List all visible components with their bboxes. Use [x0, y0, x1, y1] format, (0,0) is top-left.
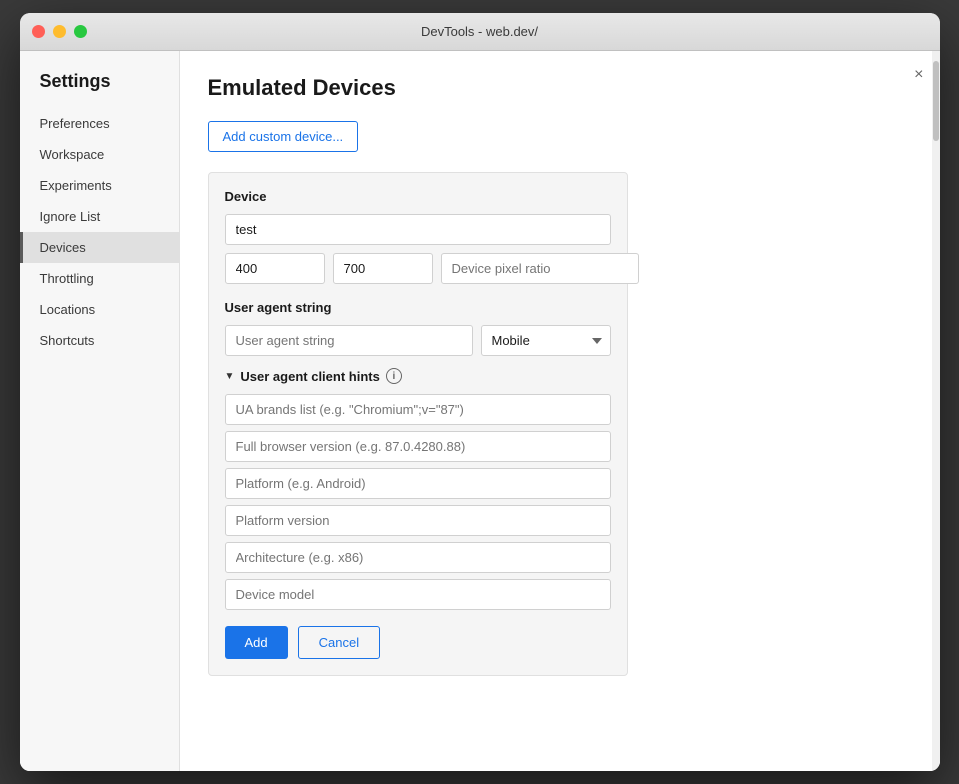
platform-input[interactable] [225, 468, 611, 499]
maximize-window-button[interactable] [74, 25, 87, 38]
sidebar-item-throttling[interactable]: Throttling [20, 263, 179, 294]
device-section-title: Device [225, 189, 611, 204]
window-title: DevTools - web.dev/ [421, 24, 538, 39]
sidebar-item-devices[interactable]: Devices [20, 232, 179, 263]
width-input[interactable] [225, 253, 325, 284]
hints-header[interactable]: ▼ User agent client hints i [225, 368, 611, 384]
close-window-button[interactable] [32, 25, 45, 38]
sidebar-item-shortcuts[interactable]: Shortcuts [20, 325, 179, 356]
platform-version-input[interactable] [225, 505, 611, 536]
ua-brands-input[interactable] [225, 394, 611, 425]
user-agent-input[interactable] [225, 325, 473, 356]
scrollbar-track [932, 51, 940, 771]
device-model-input[interactable] [225, 579, 611, 610]
sidebar: Settings Preferences Workspace Experimen… [20, 51, 180, 771]
page-title: Emulated Devices [208, 75, 912, 101]
content-area: Settings Preferences Workspace Experimen… [20, 51, 940, 771]
sidebar-item-ignore-list[interactable]: Ignore List [20, 201, 179, 232]
user-agent-type-select[interactable]: Mobile Desktop Tablet [481, 325, 611, 356]
close-dialog-button[interactable]: × [914, 67, 923, 83]
sidebar-item-locations[interactable]: Locations [20, 294, 179, 325]
sidebar-item-preferences[interactable]: Preferences [20, 108, 179, 139]
scrollbar-thumb[interactable] [933, 61, 939, 141]
cancel-button[interactable]: Cancel [298, 626, 380, 659]
height-input[interactable] [333, 253, 433, 284]
dimensions-row [225, 253, 611, 284]
architecture-input[interactable] [225, 542, 611, 573]
sidebar-heading: Settings [20, 71, 179, 108]
user-agent-section-title: User agent string [225, 300, 611, 315]
minimize-window-button[interactable] [53, 25, 66, 38]
pixel-ratio-input[interactable] [441, 253, 639, 284]
device-name-input[interactable] [225, 214, 611, 245]
app-window: DevTools - web.dev/ Settings Preferences… [20, 13, 940, 771]
main-content: × Emulated Devices Add custom device... … [180, 51, 940, 771]
hints-section-title: User agent client hints [240, 369, 379, 384]
device-form: Device User agent string Mobile Desktop … [208, 172, 628, 676]
window-controls [32, 25, 87, 38]
add-button[interactable]: Add [225, 626, 288, 659]
add-custom-device-button[interactable]: Add custom device... [208, 121, 359, 152]
form-actions: Add Cancel [225, 626, 611, 659]
sidebar-item-workspace[interactable]: Workspace [20, 139, 179, 170]
sidebar-item-experiments[interactable]: Experiments [20, 170, 179, 201]
full-browser-version-input[interactable] [225, 431, 611, 462]
hints-chevron-icon: ▼ [225, 371, 235, 382]
hints-info-icon[interactable]: i [386, 368, 402, 384]
user-agent-row: Mobile Desktop Tablet [225, 325, 611, 356]
titlebar: DevTools - web.dev/ [20, 13, 940, 51]
